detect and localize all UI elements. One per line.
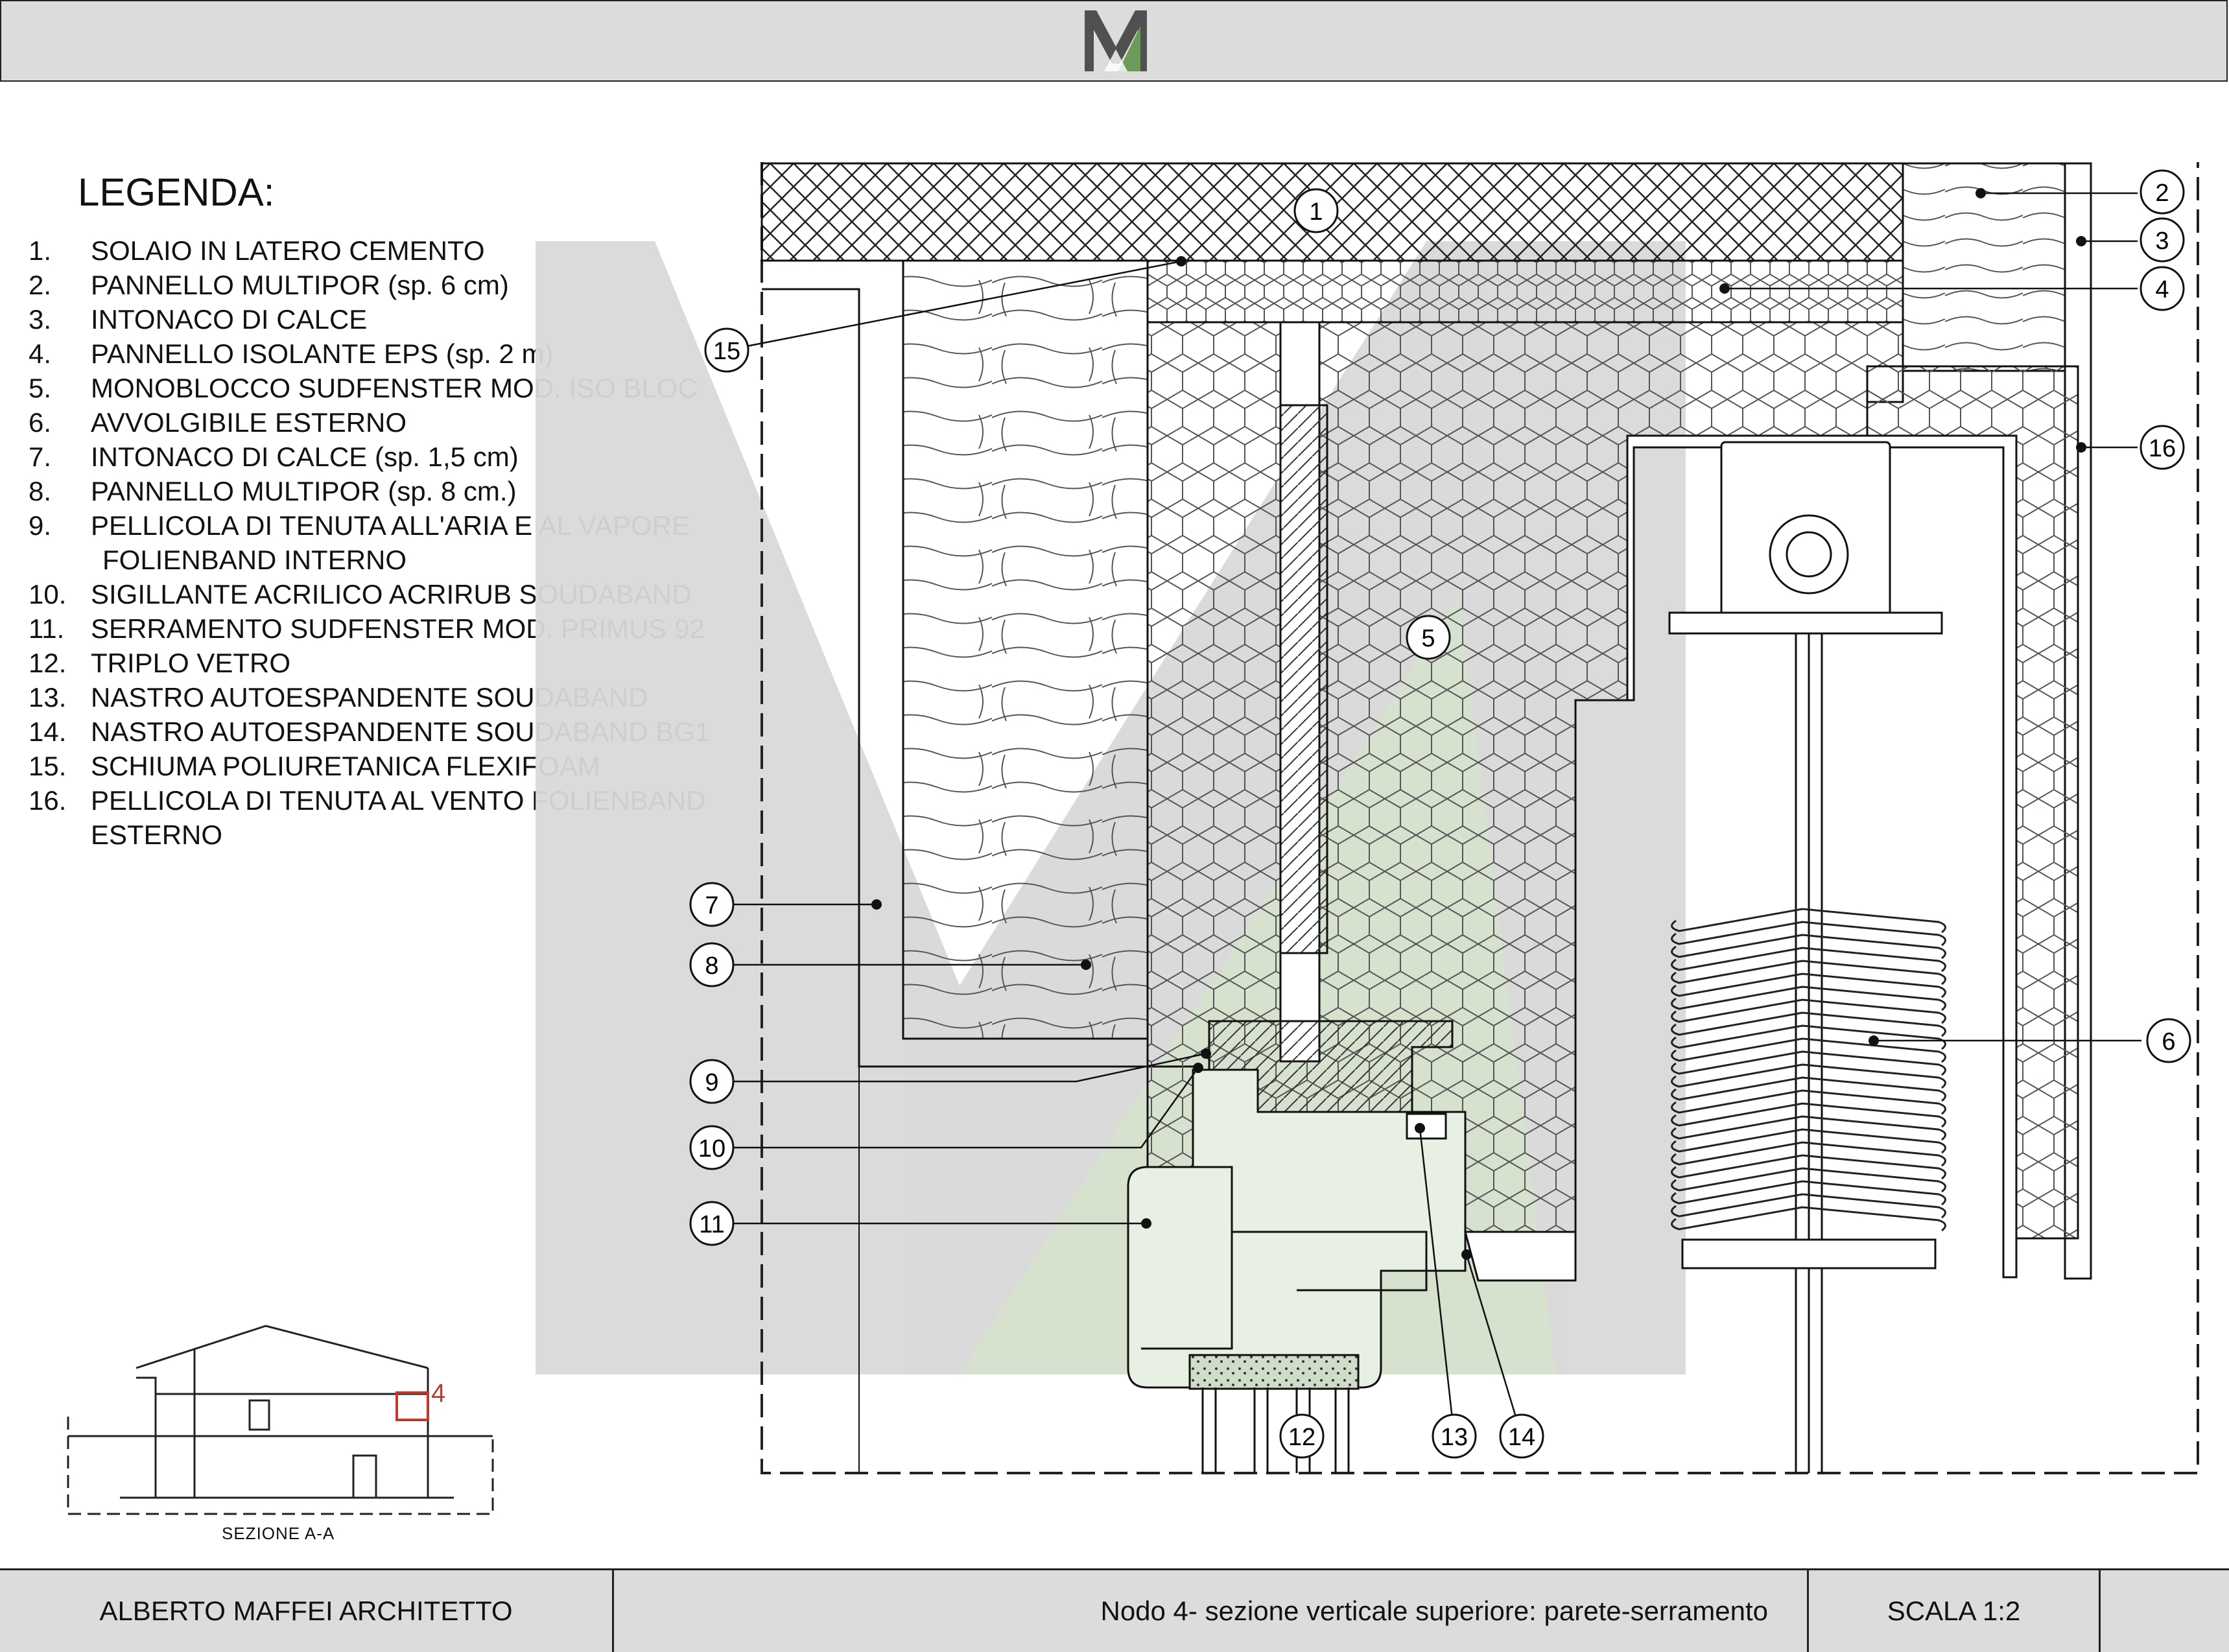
key-plan xyxy=(67,1325,494,1515)
callout-number: 1 xyxy=(1309,198,1323,226)
callout-number: 7 xyxy=(705,892,718,919)
callout-number: 3 xyxy=(2155,228,2169,255)
scale-cell: SCALA 1:2 xyxy=(1809,1570,2101,1652)
title-block: ALBERTO MAFFEI ARCHITETTO Nodo 4- sezion… xyxy=(0,1568,2229,1652)
section-drawing: 123456789101112 13 141516 4 xyxy=(67,162,2199,1515)
callout-number: 10 xyxy=(698,1135,725,1162)
callout-number: 16 xyxy=(2149,435,2176,462)
callout-number: 12 xyxy=(1288,1424,1315,1451)
empty-cell xyxy=(2101,1570,2229,1652)
callout-number: 8 xyxy=(705,952,718,980)
drawing-title-cell: Nodo 4- sezione verticale superiore: par… xyxy=(614,1570,1809,1652)
callout-number: 5 xyxy=(1421,625,1435,652)
callout-number: 4 xyxy=(2155,276,2169,303)
callout-number: 2 xyxy=(2155,180,2169,207)
callout-number: 13 xyxy=(1441,1424,1468,1451)
key-plan-label: SEZIONE A-A xyxy=(222,1524,335,1543)
callout-number: 14 xyxy=(1508,1424,1535,1451)
author-cell: ALBERTO MAFFEI ARCHITETTO xyxy=(0,1570,614,1652)
callout-number: 9 xyxy=(705,1069,718,1096)
callout-number: 15 xyxy=(713,338,740,365)
key-plan-marker: 4 xyxy=(431,1379,445,1408)
callout-number: 11 xyxy=(699,1211,724,1238)
callout-number: 6 xyxy=(2162,1028,2175,1056)
